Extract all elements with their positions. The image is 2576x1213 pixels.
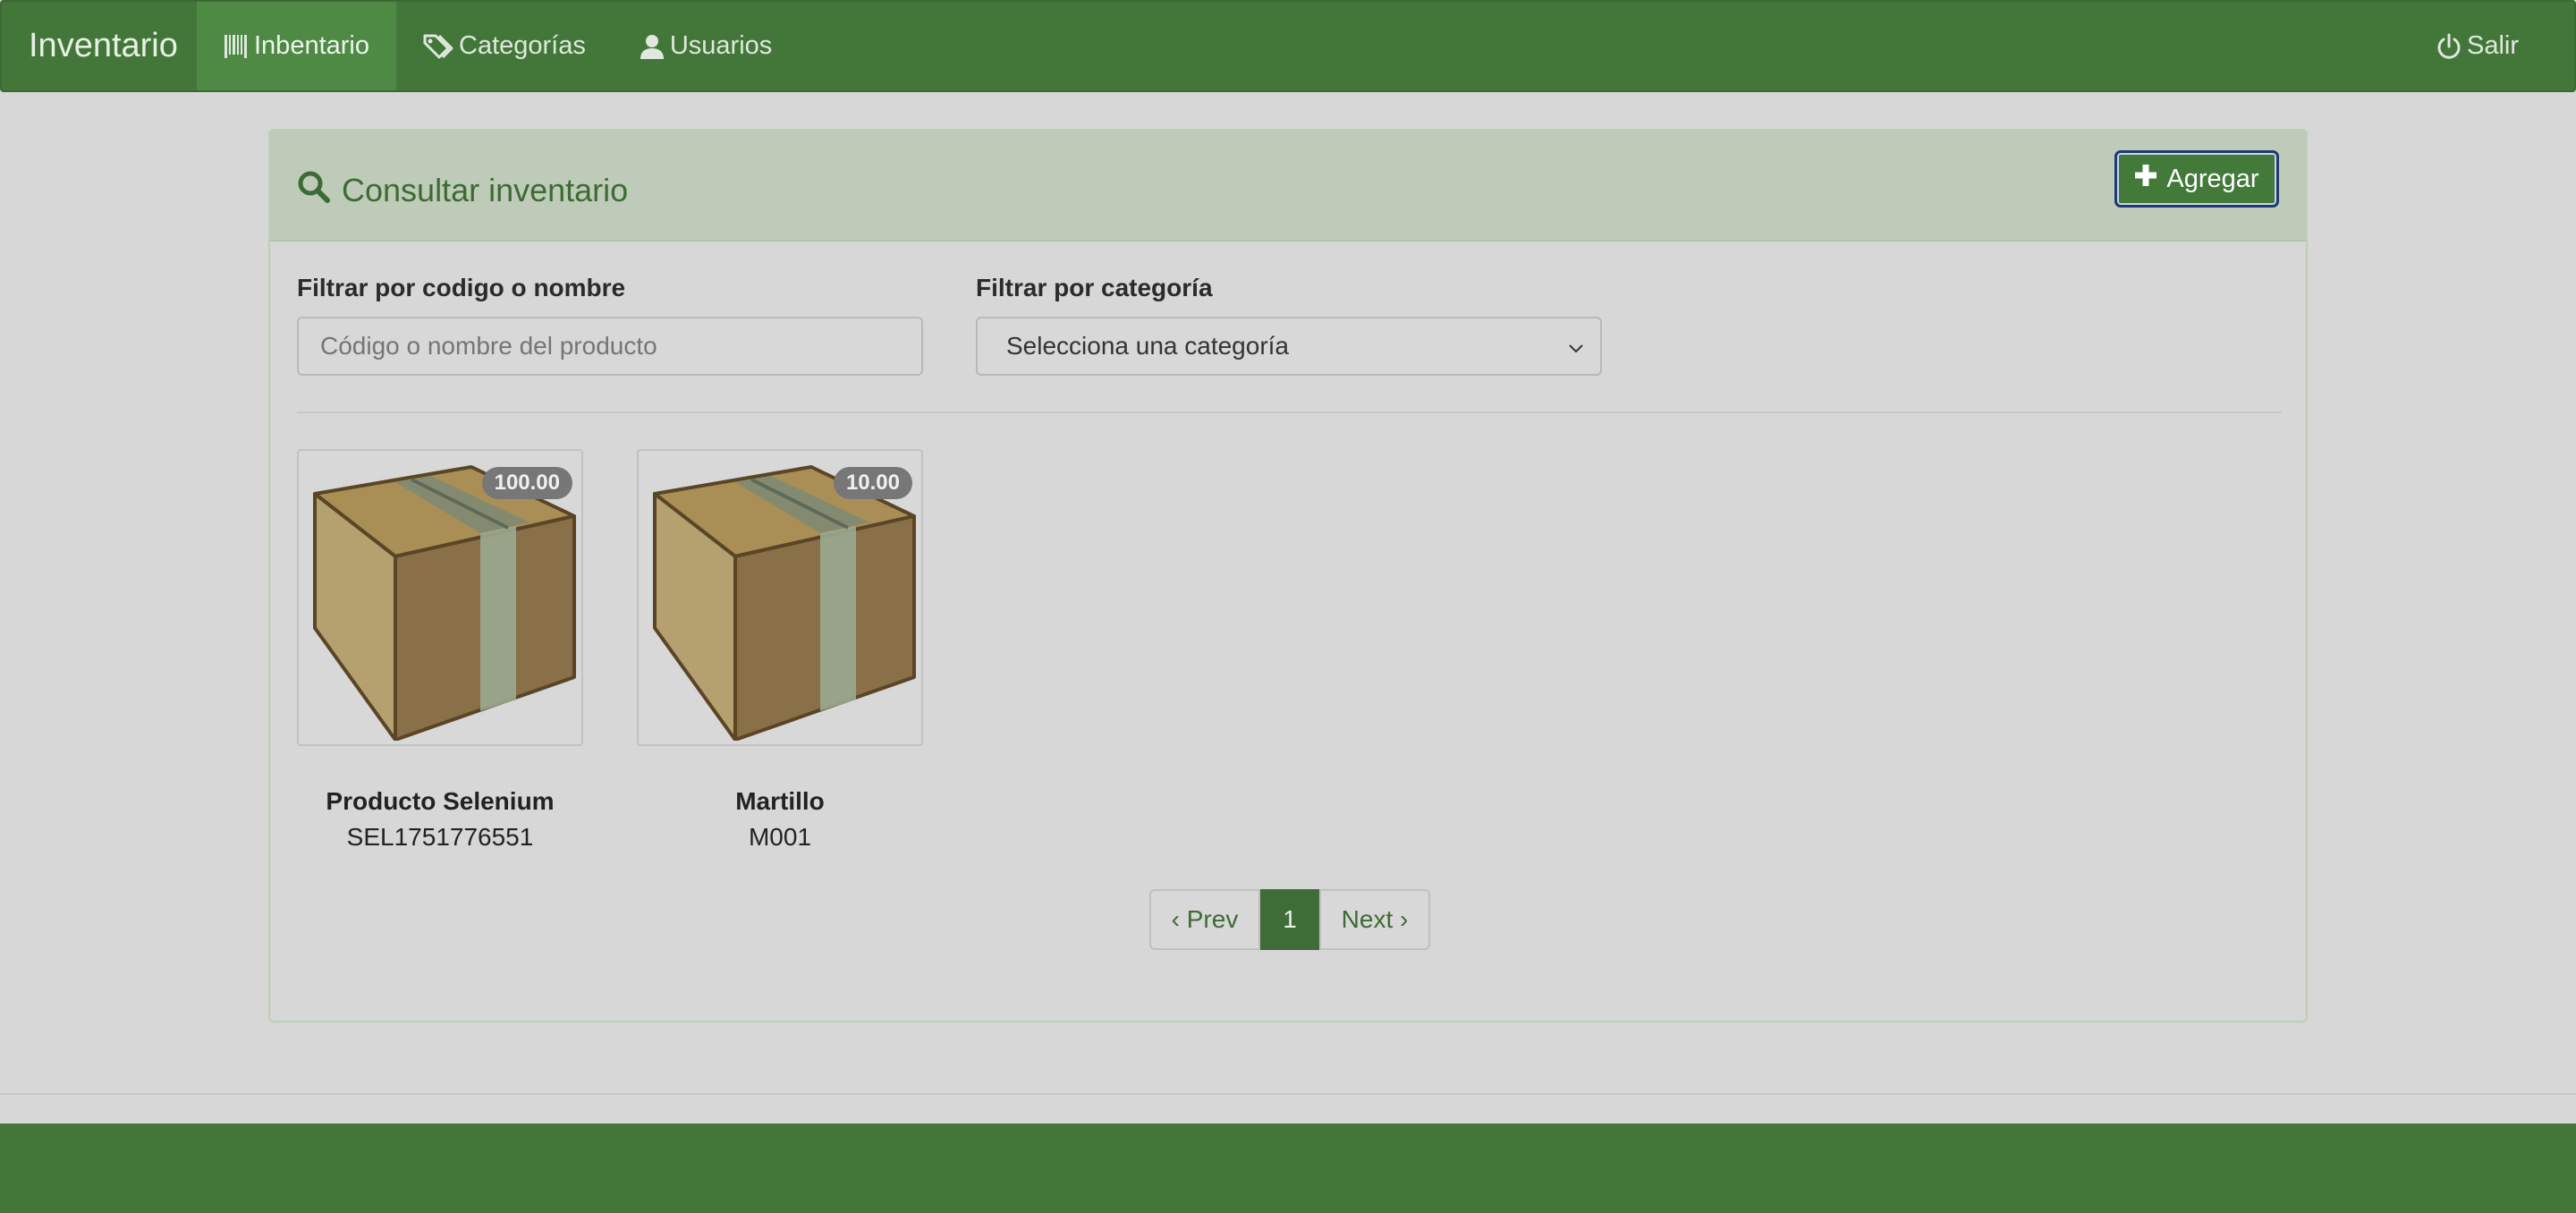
chevron-down-icon (1568, 332, 1584, 361)
product-thumbnail[interactable]: 100.00 (297, 449, 583, 746)
add-button[interactable]: Agregar (2114, 150, 2279, 208)
logout-button[interactable]: Salir (2410, 2, 2574, 90)
product-card[interactable]: 100.00 Producto Selenium SEL1751776551 (297, 449, 583, 852)
category-select-value: Selecciona una categoría (1006, 332, 1289, 360)
panel-heading: Consultar inventario Agregar (270, 131, 2306, 242)
footer-divider (0, 1093, 2576, 1095)
nav-item-inbentario[interactable]: Inbentario (197, 2, 396, 90)
product-card[interactable]: 10.00 Martillo M001 (637, 449, 923, 852)
logout-label: Salir (2466, 31, 2519, 60)
product-name: Martillo (735, 787, 825, 815)
power-icon (2436, 33, 2462, 60)
category-filter-label: Filtrar por categoría (976, 274, 1213, 301)
tags-icon (423, 33, 453, 60)
quantity-badge: 100.00 (481, 467, 572, 499)
nav-item-label: Categorías (459, 31, 586, 60)
nav-item-categorias[interactable]: Categorías (396, 2, 613, 90)
nav-item-usuarios[interactable]: Usuarios (613, 2, 799, 90)
name-filter-label: Filtrar por codigo o nombre (297, 274, 626, 301)
product-code: SEL1751776551 (346, 823, 534, 851)
name-filter: Filtrar por codigo o nombre (297, 272, 923, 376)
search-icon (297, 170, 331, 212)
page-title-text: Consultar inventario (342, 172, 629, 208)
nav-item-label: Inbentario (254, 31, 369, 60)
pagination: ‹ Prev 1 Next › (1149, 889, 1430, 950)
quantity-badge: 10.00 (833, 467, 912, 499)
barcode-icon (224, 33, 249, 60)
footer (0, 1124, 2576, 1213)
filters: Filtrar por codigo o nombre Filtrar por … (297, 272, 2283, 379)
category-filter: Filtrar por categoría Selecciona una cat… (976, 272, 1602, 376)
plus-icon (2134, 164, 2157, 194)
category-select[interactable]: Selecciona una categoría (976, 317, 1602, 376)
product-name: Producto Selenium (326, 787, 555, 815)
add-button-label: Agregar (2166, 164, 2259, 193)
brand[interactable]: Inventario (2, 2, 197, 90)
current-page-button[interactable]: 1 (1260, 889, 1319, 950)
product-thumbnail[interactable]: 10.00 (637, 449, 923, 746)
next-page-button[interactable]: Next › (1319, 889, 1430, 950)
nav-item-label: Usuarios (669, 31, 773, 60)
prev-page-button[interactable]: ‹ Prev (1149, 889, 1260, 950)
product-code: M001 (748, 823, 812, 851)
navbar: Inventario Inbentario Categorías Usuario… (0, 0, 2576, 92)
inventory-panel: Consultar inventario Agregar Filtrar por… (268, 129, 2308, 1022)
search-input[interactable] (297, 317, 923, 376)
divider (297, 411, 2283, 413)
user-icon (640, 33, 665, 60)
page-title: Consultar inventario (297, 170, 628, 212)
